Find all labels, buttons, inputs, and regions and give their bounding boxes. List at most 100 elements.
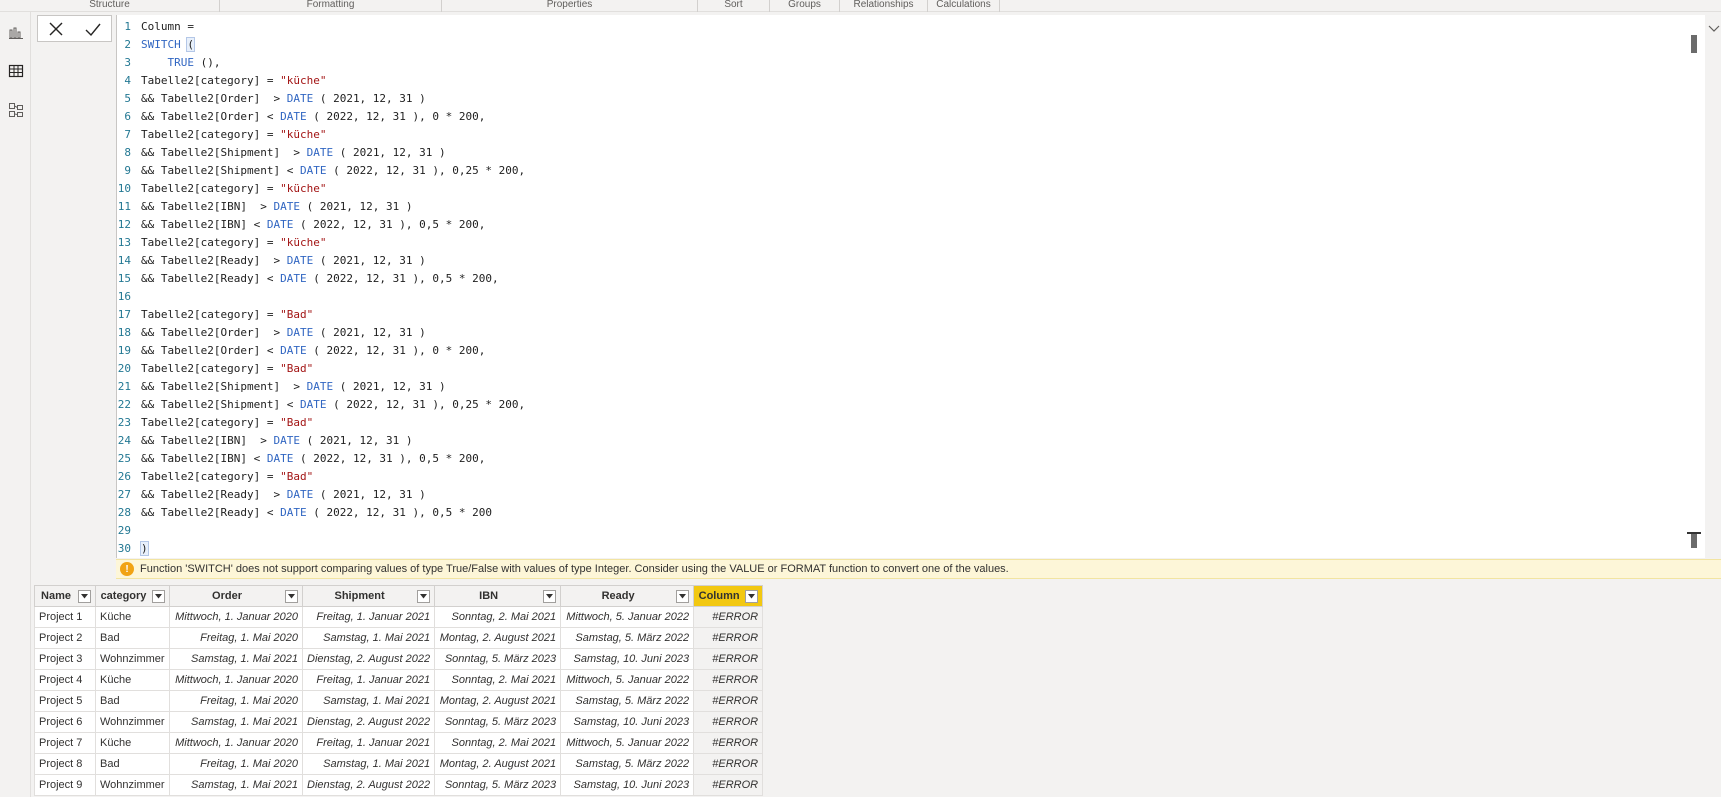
filter-dropdown-button[interactable]: [285, 590, 298, 603]
table-cell[interactable]: Freitag, 1. Januar 2021: [301, 669, 436, 691]
table-row[interactable]: Project 2 Bad Freitag, 1. Mai 2020 Samstag,…: [34, 627, 764, 649]
table-cell[interactable]: Montag, 2. August 2021: [434, 627, 562, 649]
table-row[interactable]: Project 1 Küche Mittwoch, 1. Januar 2020 Fr…: [34, 606, 764, 628]
report-view-button[interactable]: [4, 20, 28, 44]
column-header-category[interactable]: category: [95, 585, 170, 607]
table-cell[interactable]: #ERROR: [693, 648, 764, 670]
table-cell[interactable]: Samstag, 1. Mai 2021: [169, 774, 303, 796]
table-cell[interactable]: Sonntag, 5. März 2023: [434, 711, 562, 733]
column-header-column[interactable]: Column: [693, 585, 764, 607]
table-cell[interactable]: Project 2: [34, 627, 96, 649]
table-cell[interactable]: #ERROR: [693, 753, 764, 775]
table-cell[interactable]: Project 3: [34, 648, 96, 670]
table-cell[interactable]: Project 9: [34, 774, 96, 796]
table-cell[interactable]: Wohnzimmer: [95, 774, 170, 796]
editor-scrollbar-thumb[interactable]: [1691, 35, 1697, 53]
filter-dropdown-button[interactable]: [543, 590, 557, 603]
table-row[interactable]: Project 4 Küche Mittwoch, 1. Januar 2020 Fr…: [34, 669, 764, 691]
table-cell[interactable]: Samstag, 1. Mai 2021: [169, 648, 303, 670]
table-cell[interactable]: Freitag, 1. Mai 2020: [169, 753, 303, 775]
table-cell[interactable]: Samstag, 5. März 2022: [560, 690, 695, 712]
table-cell[interactable]: Sonntag, 5. März 2023: [434, 774, 562, 796]
table-row[interactable]: Project 6 Wohnzimmer Samstag, 1. Mai 2021 D…: [34, 711, 764, 733]
table-row[interactable]: Project 3 Wohnzimmer Samstag, 1. Mai 2021 D…: [34, 648, 764, 670]
table-cell[interactable]: Montag, 2. August 2021: [434, 690, 562, 712]
table-cell[interactable]: Freitag, 1. Januar 2021: [301, 606, 436, 628]
column-header-ibn[interactable]: IBN: [434, 585, 562, 607]
table-cell[interactable]: Bad: [95, 690, 170, 712]
filter-dropdown-button[interactable]: [78, 590, 91, 603]
table-cell[interactable]: Samstag, 1. Mai 2021: [301, 753, 436, 775]
ribbon-group-groups[interactable]: Groups: [770, 0, 840, 12]
ribbon-group-sort[interactable]: Sort: [698, 0, 770, 12]
commit-formula-button[interactable]: [79, 17, 107, 41]
table-row[interactable]: Project 5 Bad Freitag, 1. Mai 2020 Samstag,…: [34, 690, 764, 712]
table-cell[interactable]: Samstag, 5. März 2022: [560, 753, 695, 775]
table-cell[interactable]: Mittwoch, 5. Januar 2022: [560, 669, 695, 691]
table-cell[interactable]: Mittwoch, 1. Januar 2020: [169, 606, 303, 628]
table-cell[interactable]: Samstag, 1. Mai 2021: [169, 711, 303, 733]
table-cell[interactable]: #ERROR: [693, 690, 764, 712]
table-cell[interactable]: Küche: [95, 606, 170, 628]
cancel-formula-button[interactable]: [42, 17, 70, 41]
table-cell[interactable]: Küche: [95, 732, 170, 754]
ribbon-group-formatting[interactable]: Formatting: [220, 0, 442, 12]
table-cell[interactable]: Dienstag, 2. August 2022: [301, 648, 436, 670]
ribbon-group-properties[interactable]: Properties: [442, 0, 698, 12]
table-cell[interactable]: #ERROR: [693, 627, 764, 649]
column-header-shipment[interactable]: Shipment: [301, 585, 436, 607]
table-cell[interactable]: Samstag, 10. Juni 2023: [560, 711, 695, 733]
table-cell[interactable]: Dienstag, 2. August 2022: [301, 774, 436, 796]
table-cell[interactable]: Samstag, 1. Mai 2021: [301, 690, 436, 712]
table-cell[interactable]: Project 8: [34, 753, 96, 775]
table-cell[interactable]: Freitag, 1. Mai 2020: [169, 627, 303, 649]
table-cell[interactable]: Mittwoch, 1. Januar 2020: [169, 732, 303, 754]
table-cell[interactable]: Samstag, 10. Juni 2023: [560, 648, 695, 670]
table-cell[interactable]: Sonntag, 2. Mai 2021: [434, 669, 562, 691]
column-header-name[interactable]: Name: [34, 585, 96, 607]
table-cell[interactable]: Mittwoch, 1. Januar 2020: [169, 669, 303, 691]
table-cell[interactable]: #ERROR: [693, 606, 764, 628]
table-cell[interactable]: #ERROR: [693, 732, 764, 754]
table-cell[interactable]: Dienstag, 2. August 2022: [301, 711, 436, 733]
dax-formula-editor[interactable]: 1 Column = 2 SWITCH (3 TRUE (), 4 Tabelle2[c…: [116, 15, 1705, 558]
ribbon-group-relationships[interactable]: Relationships: [840, 0, 928, 12]
table-cell[interactable]: Samstag, 1. Mai 2021: [301, 627, 436, 649]
collapse-editor-button[interactable]: [1707, 22, 1721, 36]
filter-dropdown-button[interactable]: [417, 590, 431, 603]
filter-dropdown-button[interactable]: [745, 590, 759, 603]
filter-dropdown-button[interactable]: [676, 590, 690, 603]
table-cell[interactable]: Sonntag, 2. Mai 2021: [434, 606, 562, 628]
column-header-ready[interactable]: Ready: [560, 585, 695, 607]
table-cell[interactable]: Wohnzimmer: [95, 711, 170, 733]
table-cell[interactable]: Sonntag, 5. März 2023: [434, 648, 562, 670]
table-cell[interactable]: Freitag, 1. Mai 2020: [169, 690, 303, 712]
model-view-button[interactable]: [4, 98, 28, 122]
data-view-button[interactable]: [4, 59, 28, 83]
table-cell[interactable]: Mittwoch, 5. Januar 2022: [560, 732, 695, 754]
ribbon-group-structure[interactable]: Structure: [0, 0, 220, 12]
table-cell[interactable]: Project 1: [34, 606, 96, 628]
table-cell[interactable]: #ERROR: [693, 669, 764, 691]
table-cell[interactable]: Project 6: [34, 711, 96, 733]
table-row[interactable]: Project 9 Wohnzimmer Samstag, 1. Mai 2021 D…: [34, 774, 764, 796]
table-cell[interactable]: Project 4: [34, 669, 96, 691]
table-cell[interactable]: Freitag, 1. Januar 2021: [301, 732, 436, 754]
table-cell[interactable]: Sonntag, 2. Mai 2021: [434, 732, 562, 754]
table-row[interactable]: Project 8 Bad Freitag, 1. Mai 2020 Samstag,…: [34, 753, 764, 775]
column-header-order[interactable]: Order: [169, 585, 303, 607]
table-cell[interactable]: Mittwoch, 5. Januar 2022: [560, 606, 695, 628]
table-cell[interactable]: Project 5: [34, 690, 96, 712]
ribbon-group-calculations[interactable]: Calculations: [928, 0, 1000, 12]
table-row[interactable]: Project 7 Küche Mittwoch, 1. Januar 2020 Fr…: [34, 732, 764, 754]
table-cell[interactable]: Project 7: [34, 732, 96, 754]
table-cell[interactable]: Samstag, 10. Juni 2023: [560, 774, 695, 796]
table-cell[interactable]: #ERROR: [693, 774, 764, 796]
table-cell[interactable]: Samstag, 5. März 2022: [560, 627, 695, 649]
filter-dropdown-button[interactable]: [152, 590, 165, 603]
table-cell[interactable]: Montag, 2. August 2021: [434, 753, 562, 775]
table-cell[interactable]: Küche: [95, 669, 170, 691]
table-cell[interactable]: Wohnzimmer: [95, 648, 170, 670]
table-cell[interactable]: #ERROR: [693, 711, 764, 733]
editor-scrollbar-bottom[interactable]: [1691, 534, 1697, 548]
